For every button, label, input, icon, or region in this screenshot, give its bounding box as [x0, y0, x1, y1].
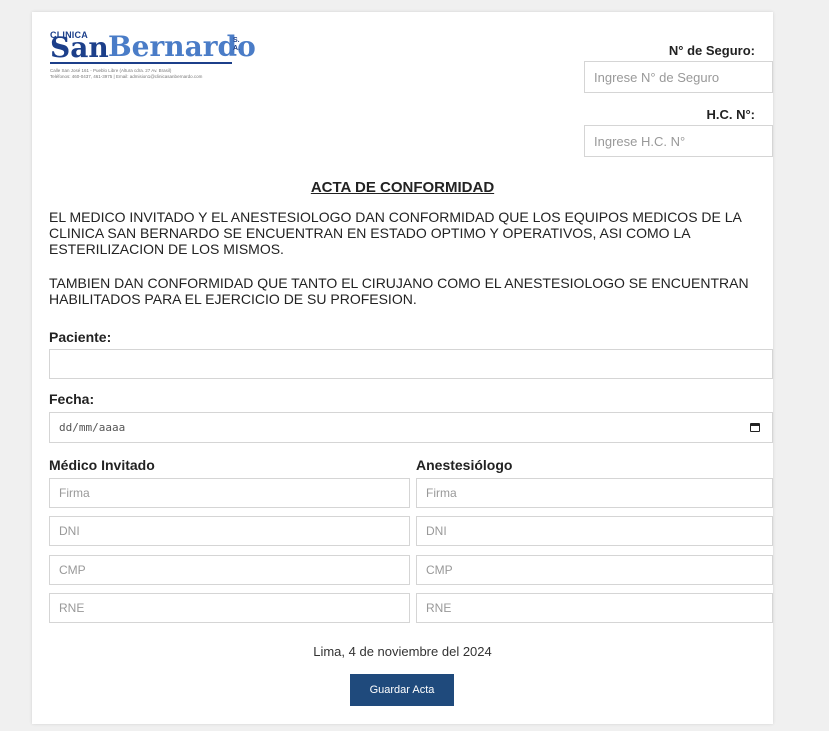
- anestesiologo-rne-input[interactable]: RNE: [416, 593, 773, 623]
- conformidad-paragraph-2: TAMBIEN DAN CONFORMIDAD QUE TANTO EL CIR…: [49, 275, 749, 307]
- logo-san-text: San: [50, 31, 109, 64]
- anestesiologo-cmp-input[interactable]: CMP: [416, 555, 773, 585]
- paciente-input[interactable]: [49, 349, 773, 379]
- logo-address: Calle San José 161 - Pueblo Libre (Altur…: [50, 68, 280, 80]
- anestesiologo-label: Anestesiólogo: [416, 457, 513, 473]
- medico-invitado-label: Médico Invitado: [49, 457, 155, 473]
- fecha-date-input[interactable]: dd/mm/aaaa: [49, 412, 773, 443]
- guardar-acta-button[interactable]: Guardar Acta: [350, 674, 454, 706]
- form-card: CLINICA San Bernardo S. A. Calle San Jos…: [32, 12, 773, 724]
- seguro-input[interactable]: Ingrese N° de Seguro: [584, 61, 773, 93]
- anestesiologo-firma-input[interactable]: Firma: [416, 478, 773, 508]
- medico-rne-input[interactable]: RNE: [49, 593, 410, 623]
- footer-date: Lima, 4 de noviembre del 2024: [313, 644, 492, 659]
- logo-address-line2: Teléfonos: 460-0437, 461-3975 | Email: a…: [50, 74, 203, 79]
- conformidad-paragraph-1: EL MEDICO INVITADO Y EL ANESTESIOLOGO DA…: [49, 209, 742, 257]
- hc-input[interactable]: Ingrese H.C. N°: [584, 125, 773, 157]
- page-title: ACTA DE CONFORMIDAD: [310, 179, 495, 196]
- fecha-placeholder: dd/mm/aaaa: [59, 421, 126, 434]
- calendar-icon[interactable]: [750, 423, 760, 432]
- medico-cmp-input[interactable]: CMP: [49, 555, 410, 585]
- paciente-label: Paciente:: [49, 329, 112, 345]
- medico-dni-input[interactable]: DNI: [49, 516, 410, 546]
- hc-label: H.C. N°:: [706, 107, 755, 122]
- anestesiologo-dni-input[interactable]: DNI: [416, 516, 773, 546]
- clinic-logo: CLINICA San Bernardo S. A. Calle San Jos…: [50, 30, 290, 90]
- medico-firma-input[interactable]: Firma: [49, 478, 410, 508]
- fecha-label: Fecha:: [49, 391, 95, 407]
- seguro-label: N° de Seguro:: [668, 43, 755, 58]
- logo-sa-text: S. A.: [233, 37, 240, 52]
- logo-underline: [50, 62, 232, 64]
